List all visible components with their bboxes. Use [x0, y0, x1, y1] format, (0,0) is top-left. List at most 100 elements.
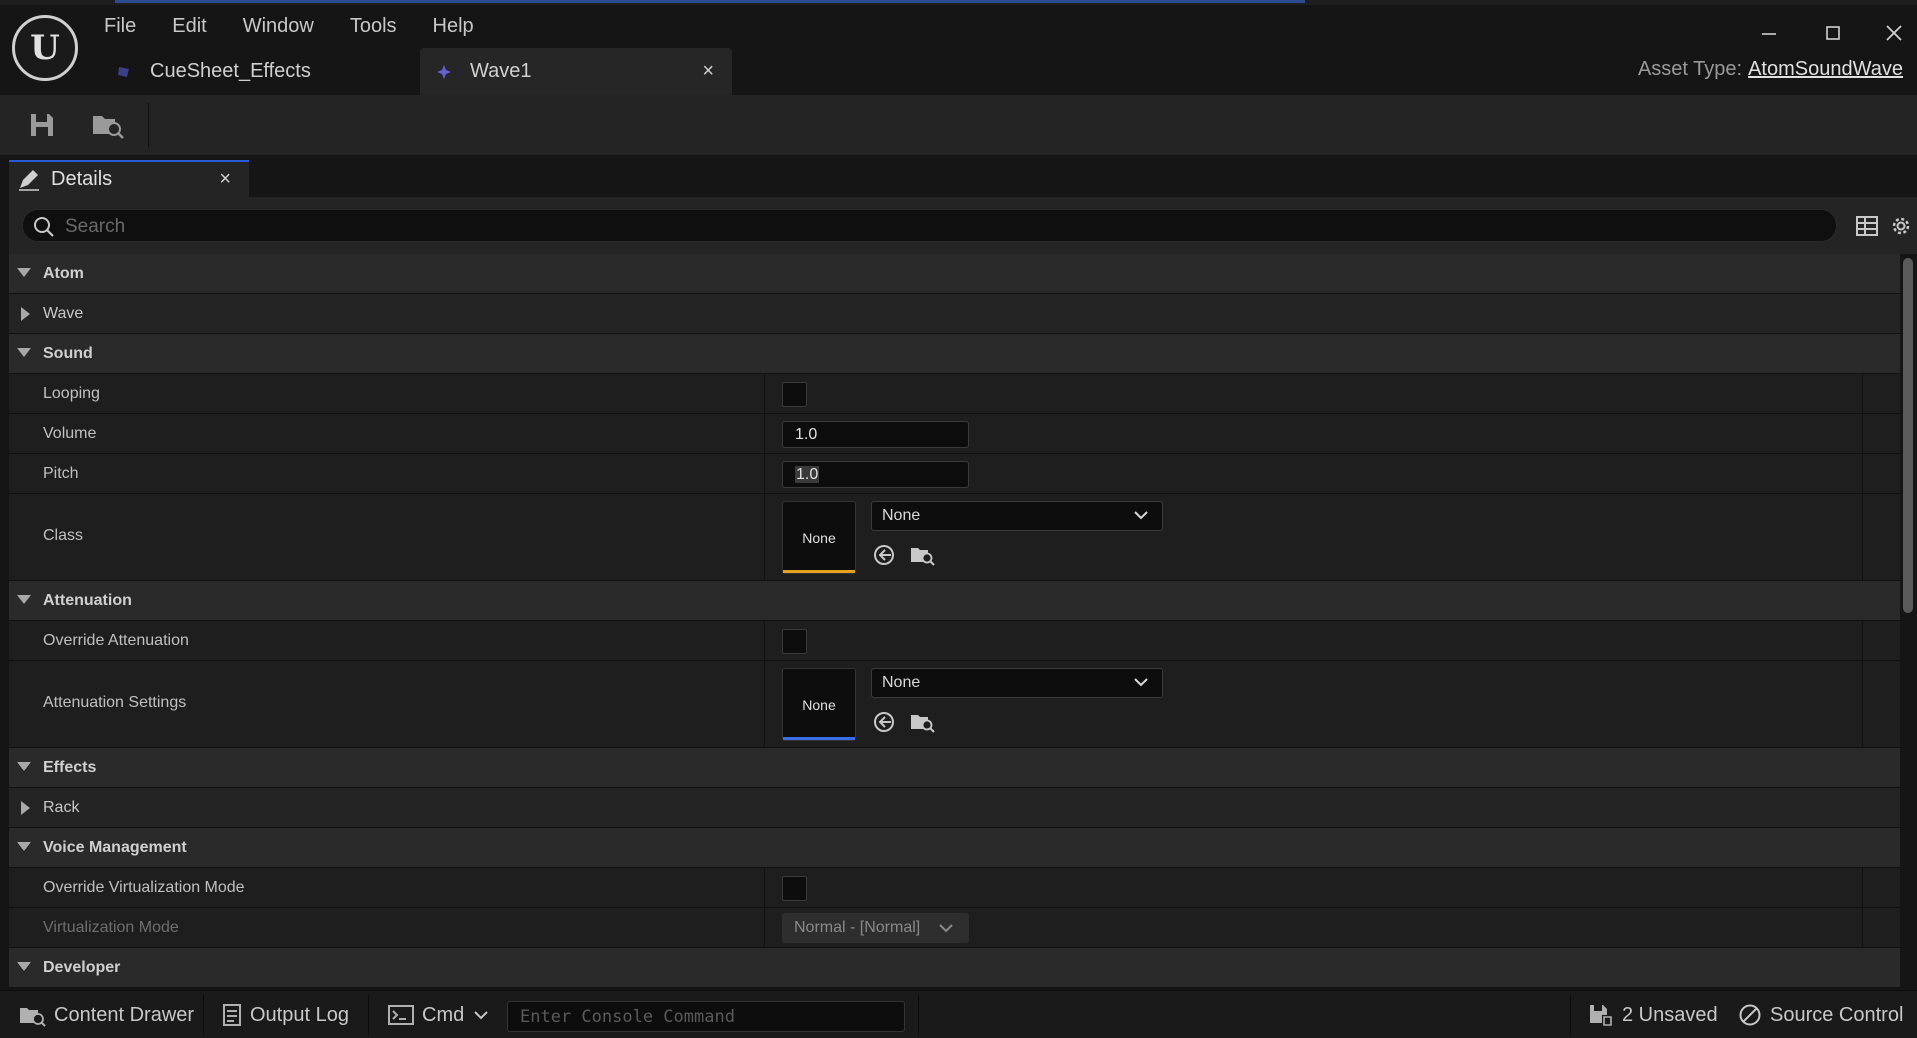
cmd-selector[interactable]: Cmd	[388, 991, 488, 1038]
console-input[interactable]: Enter Console Command	[507, 1001, 905, 1032]
unsaved-button[interactable]: 2 Unsaved	[1588, 991, 1718, 1038]
expand-arrow-icon[interactable]	[21, 307, 30, 321]
tab-wave1[interactable]: Wave1 ×	[420, 48, 732, 95]
property-label: Virtualization Mode	[43, 919, 179, 936]
terminal-icon	[388, 1005, 414, 1025]
source-control-button[interactable]: Source Control	[1738, 991, 1903, 1038]
unreal-logo-icon[interactable]: U	[12, 15, 78, 81]
category-label: Developer	[43, 959, 121, 976]
property-label: Pitch	[43, 465, 79, 482]
tab-label: Wave1	[470, 60, 532, 82]
close-details-icon[interactable]: ×	[219, 168, 231, 191]
category-label: Voice Management	[43, 839, 187, 856]
property-label: Override Attenuation	[43, 632, 189, 649]
minimize-icon[interactable]	[1754, 18, 1784, 48]
tab-cuesheet-effects[interactable]: CueSheet_Effects	[110, 48, 418, 95]
close-window-icon[interactable]	[1879, 18, 1909, 48]
property-attenuation-settings: Attenuation Settings None None	[9, 661, 1900, 748]
browse-asset-icon[interactable]	[909, 709, 935, 735]
attenuation-thumbnail[interactable]: None	[782, 668, 856, 741]
statusbar-separator	[368, 995, 369, 1035]
menu-tools[interactable]: Tools	[350, 12, 415, 40]
save-icon[interactable]	[24, 107, 60, 143]
category-atom[interactable]: Atom	[9, 254, 1900, 294]
pitch-field[interactable]: 1.0	[782, 461, 969, 488]
override-attenuation-checkbox[interactable]	[782, 629, 807, 654]
collapse-arrow-icon[interactable]	[17, 962, 31, 971]
menu-window[interactable]: Window	[243, 12, 332, 40]
table-view-icon[interactable]	[1853, 212, 1881, 240]
expand-arrow-icon[interactable]	[21, 801, 30, 815]
volume-field[interactable]: 1.0	[782, 421, 969, 448]
category-developer[interactable]: Developer	[9, 948, 1900, 988]
column-divider[interactable]	[764, 661, 765, 747]
property-label: Volume	[43, 425, 97, 442]
asset-type-link[interactable]: AtomSoundWave	[1748, 58, 1903, 80]
content-drawer-icon	[18, 1003, 46, 1027]
column-divider[interactable]	[764, 621, 765, 660]
asset-type-info: Asset Type: AtomSoundWave	[1638, 58, 1903, 81]
property-label: Attenuation Settings	[43, 694, 187, 711]
column-divider	[1862, 414, 1863, 453]
column-divider[interactable]	[764, 494, 765, 580]
title-bar: U File Edit Window Tools Help CueSheet_E…	[0, 0, 1917, 95]
class-thumbnail[interactable]: None	[782, 501, 856, 574]
maximize-icon[interactable]	[1818, 18, 1848, 48]
search-icon	[34, 217, 54, 237]
override-virtualization-checkbox[interactable]	[782, 876, 807, 901]
tab-label: CueSheet_Effects	[150, 60, 311, 82]
browse-asset-icon[interactable]	[909, 542, 935, 568]
column-divider[interactable]	[764, 374, 765, 413]
subcategory-rack[interactable]: Rack	[9, 788, 1900, 828]
class-asset-picker[interactable]: None	[871, 501, 1163, 531]
details-property-list: Atom Wave Sound Looping Volume 1.0 Pitch…	[9, 254, 1900, 988]
column-divider[interactable]	[764, 908, 765, 947]
menu-help[interactable]: Help	[433, 12, 492, 40]
scrollbar[interactable]	[1903, 258, 1913, 613]
column-divider	[1862, 908, 1863, 947]
category-voice-management[interactable]: Voice Management	[9, 828, 1900, 868]
cuesheet-icon	[118, 66, 129, 77]
collapse-arrow-icon[interactable]	[17, 842, 31, 851]
pencil-icon	[19, 169, 39, 191]
column-divider	[1862, 661, 1863, 747]
collapse-arrow-icon[interactable]	[17, 762, 31, 771]
top-strip-highlight	[115, 0, 1305, 3]
collapse-arrow-icon[interactable]	[17, 268, 31, 277]
column-divider[interactable]	[764, 868, 765, 907]
top-strip	[0, 0, 1917, 5]
close-tab-icon[interactable]: ×	[702, 60, 714, 83]
column-divider[interactable]	[764, 414, 765, 453]
panel-tab-row: Details ×	[0, 155, 1917, 197]
collapse-arrow-icon[interactable]	[17, 595, 31, 604]
category-effects[interactable]: Effects	[9, 748, 1900, 788]
content-drawer-label: Content Drawer	[54, 1003, 195, 1026]
looping-checkbox[interactable]	[782, 382, 807, 407]
toolbar	[0, 95, 1917, 155]
toolbar-separator	[148, 103, 149, 147]
category-sound[interactable]: Sound	[9, 334, 1900, 374]
gear-icon[interactable]	[1887, 212, 1915, 240]
tab-details[interactable]: Details ×	[9, 160, 249, 197]
subcategory-wave[interactable]: Wave	[9, 294, 1900, 334]
attenuation-asset-picker[interactable]: None	[871, 668, 1163, 698]
search-input[interactable]: Search	[22, 209, 1837, 242]
menu-edit[interactable]: Edit	[172, 12, 224, 40]
menu-file[interactable]: File	[104, 12, 154, 40]
use-selected-icon[interactable]	[871, 709, 897, 735]
output-log-button[interactable]: Output Log	[222, 991, 349, 1038]
category-label: Attenuation	[43, 592, 132, 609]
property-label: Looping	[43, 385, 100, 402]
browse-asset-icon[interactable]	[90, 107, 126, 143]
dropdown-value: Normal - [Normal]	[794, 919, 921, 936]
statusbar-separator	[203, 995, 204, 1035]
use-selected-icon[interactable]	[871, 542, 897, 568]
column-divider	[1862, 621, 1863, 660]
column-divider	[1862, 454, 1863, 493]
output-log-label: Output Log	[250, 1003, 349, 1026]
collapse-arrow-icon[interactable]	[17, 348, 31, 357]
category-label: Effects	[43, 759, 97, 776]
category-attenuation[interactable]: Attenuation	[9, 581, 1900, 621]
column-divider[interactable]	[764, 454, 765, 493]
content-drawer-button[interactable]: Content Drawer	[18, 991, 194, 1038]
